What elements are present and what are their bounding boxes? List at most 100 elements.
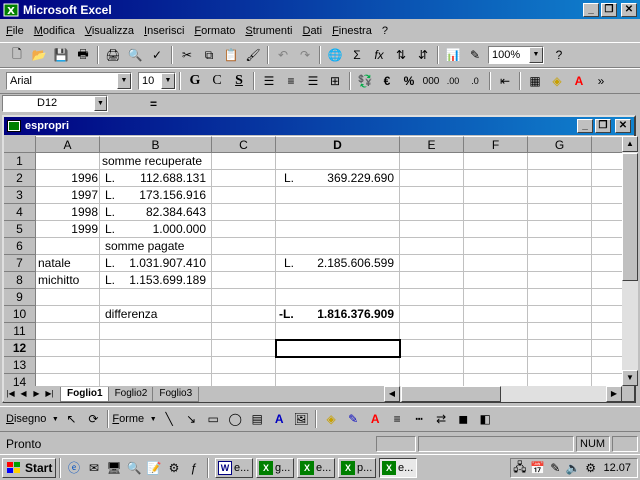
autoshapes-menu-button[interactable]: Forme — [112, 413, 144, 425]
scroll-up-icon[interactable]: ▲ — [622, 136, 638, 152]
tray-config-icon[interactable]: ⚙ — [582, 458, 600, 478]
menu-file[interactable]: File — [6, 25, 24, 37]
cell-a8[interactable]: michitto — [38, 272, 79, 289]
cell-b7[interactable]: 1.031.907.410 — [100, 255, 206, 272]
column-header-h[interactable]: H — [592, 136, 622, 153]
fill-color-icon[interactable]: ◈ — [546, 70, 568, 92]
notepad-icon[interactable]: 📝 — [144, 458, 164, 478]
cell-a2[interactable]: 1996 — [36, 170, 98, 187]
task-excel-1[interactable]: X g... — [256, 457, 294, 478]
redo-icon[interactable]: ↷ — [294, 44, 316, 66]
italic-button[interactable]: C — [206, 70, 228, 92]
close-icon[interactable]: ✕ — [615, 119, 631, 133]
cell-b1[interactable]: somme recuperate — [102, 153, 202, 170]
row-header-1[interactable]: 1 — [4, 153, 36, 170]
select-all-corner[interactable] — [4, 136, 36, 153]
arrow-style-icon[interactable]: ⇄ — [430, 408, 452, 430]
help-icon[interactable]: ? — [548, 44, 570, 66]
minimize-icon[interactable]: _ — [583, 2, 599, 17]
align-right-icon[interactable]: ☰ — [302, 70, 324, 92]
shadow-icon[interactable]: ◼ — [452, 408, 474, 430]
row-header-2[interactable]: 2 — [4, 170, 36, 187]
cell-a4[interactable]: 1998 — [36, 204, 98, 221]
formula-input[interactable] — [166, 95, 638, 112]
cell-a5[interactable]: 1999 — [36, 221, 98, 238]
horizontal-scroll-thumb[interactable] — [401, 386, 501, 402]
menu-modifica[interactable]: Modifica — [34, 25, 75, 37]
sort-ascending-icon[interactable]: ⇅ — [390, 44, 412, 66]
scroll-left-icon[interactable]: ◀ — [384, 386, 400, 402]
cell-b8[interactable]: 1.153.699.189 — [100, 272, 206, 289]
underline-button[interactable]: S — [228, 70, 250, 92]
sheet-tab-foglio3[interactable]: Foglio3 — [152, 386, 200, 402]
minimize-icon[interactable]: _ — [577, 119, 593, 133]
fill-color-icon[interactable]: ◈ — [320, 408, 342, 430]
align-center-icon[interactable]: ≡ — [280, 70, 302, 92]
paste-icon[interactable]: 📋 — [220, 44, 242, 66]
chevron-down-icon[interactable]: ▼ — [161, 73, 175, 89]
euro-button[interactable]: € — [376, 70, 398, 92]
chart-wizard-icon[interactable]: 📊 — [442, 44, 464, 66]
start-button[interactable]: Start — [2, 457, 56, 478]
thousands-button[interactable]: 000 — [420, 70, 442, 92]
cell-b3[interactable]: 173.156.916 — [100, 187, 206, 204]
clipart-icon[interactable]: 🖼 — [290, 408, 312, 430]
task-word[interactable]: W e... — [215, 457, 253, 478]
task-excel-2[interactable]: X e... — [297, 457, 335, 478]
line-tool-icon[interactable]: ╲ — [158, 408, 180, 430]
cell-b4[interactable]: 82.384.643 — [100, 204, 206, 221]
cell-b5[interactable]: 1.000.000 — [100, 221, 206, 238]
column-header-g[interactable]: G — [528, 136, 592, 153]
restore-icon[interactable]: ❐ — [601, 2, 617, 17]
new-file-icon[interactable]: 🗋 — [6, 44, 28, 66]
draw-menu-button[interactable]: Disegno — [6, 413, 46, 425]
horizontal-scrollbar[interactable]: ◀ ▶ — [384, 386, 622, 402]
chevron-down-icon[interactable]: ▼ — [94, 96, 107, 111]
print-preview-icon[interactable]: 🖨 — [102, 44, 124, 66]
internet-explorer-icon[interactable]: ⓔ — [64, 458, 84, 478]
drawing-icon[interactable]: ✎ — [464, 44, 486, 66]
outlook-express-icon[interactable]: ✉ — [84, 458, 104, 478]
select-pointer-icon[interactable]: ↖ — [60, 408, 82, 430]
menu-dati[interactable]: Dati — [302, 25, 322, 37]
tray-volume-icon[interactable]: 🔈 — [564, 458, 582, 478]
autosum-icon[interactable]: Σ — [346, 44, 368, 66]
zoom-select[interactable]: 100% ▼ — [488, 46, 544, 64]
menu-help[interactable]: ? — [382, 25, 388, 37]
scroll-right-icon[interactable]: ▶ — [606, 386, 622, 402]
cell-d7[interactable]: 2.185.606.599 — [276, 255, 394, 272]
menu-visualizza[interactable]: Visualizza — [85, 25, 134, 37]
row-header-3[interactable]: 3 — [4, 187, 36, 204]
undo-icon[interactable]: ↶ — [272, 44, 294, 66]
textbox-tool-icon[interactable]: ▤ — [246, 408, 268, 430]
free-rotate-icon[interactable]: ⟳ — [82, 408, 104, 430]
dash-style-icon[interactable]: ┅ — [408, 408, 430, 430]
decrease-decimal-icon[interactable]: .0 — [464, 70, 486, 92]
wordart-icon[interactable]: A — [268, 408, 290, 430]
more-buttons-icon[interactable]: » — [590, 70, 612, 92]
active-cell-d12[interactable] — [275, 339, 401, 358]
chevron-down-icon[interactable]: ▼ — [529, 47, 543, 63]
function-icon[interactable]: fx — [368, 44, 390, 66]
align-left-icon[interactable]: ☰ — [258, 70, 280, 92]
cell-b6[interactable]: somme pagate — [105, 238, 184, 255]
prev-sheet-icon[interactable]: ◀ — [17, 387, 30, 401]
tools-icon[interactable]: ⚙ — [164, 458, 184, 478]
desktop-icon[interactable]: 🖥 — [104, 458, 124, 478]
name-box[interactable]: D12 ▼ — [2, 95, 108, 112]
first-sheet-icon[interactable]: |◀ — [4, 387, 17, 401]
row-header-7[interactable]: 7 — [4, 255, 36, 272]
sort-descending-icon[interactable]: ⇵ — [412, 44, 434, 66]
percent-button[interactable]: % — [398, 70, 420, 92]
menu-formato[interactable]: Formato — [194, 25, 235, 37]
chevron-down-icon[interactable]: ▼ — [117, 73, 131, 89]
line-style-icon[interactable]: ≡ — [386, 408, 408, 430]
tray-edit-icon[interactable]: ✎ — [546, 458, 564, 478]
row-header-12[interactable]: 12 — [4, 340, 36, 357]
increase-decimal-icon[interactable]: .00 — [442, 70, 464, 92]
menu-inserisci[interactable]: Inserisci — [144, 25, 184, 37]
currency-format-icon[interactable]: 💱 — [354, 70, 376, 92]
row-header-13[interactable]: 13 — [4, 357, 36, 374]
close-icon[interactable]: ✕ — [621, 2, 637, 17]
row-header-8[interactable]: 8 — [4, 272, 36, 289]
